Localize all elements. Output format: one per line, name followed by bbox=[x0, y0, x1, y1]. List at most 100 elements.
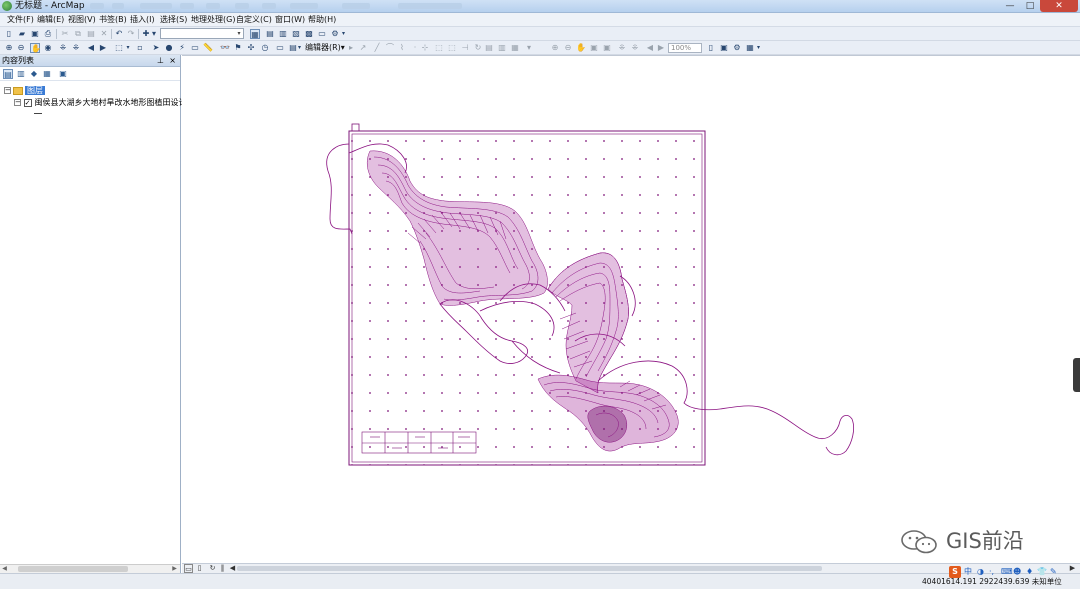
toggle-draft-mode-icon[interactable]: ▯ bbox=[706, 43, 716, 53]
ime-tools-icon[interactable]: ✎ bbox=[1050, 566, 1057, 578]
map-scale-input[interactable]: ▾ bbox=[160, 28, 244, 39]
maximize-button[interactable]: □ bbox=[1020, 0, 1040, 12]
layout-view-icon[interactable]: ▯ bbox=[195, 564, 204, 573]
editor-menu[interactable]: 编辑器(R)▾ bbox=[305, 42, 345, 54]
measure-icon[interactable]: 📏 bbox=[203, 43, 213, 53]
menu-windows[interactable]: 窗口(W) bbox=[273, 14, 307, 26]
chevron-down-icon[interactable]: ▾ bbox=[235, 29, 243, 38]
menu-customize[interactable]: 自定义(C) bbox=[234, 14, 274, 26]
create-viewer-window-icon[interactable]: ▭ bbox=[275, 43, 285, 53]
menu-help[interactable]: 帮助(H) bbox=[306, 14, 338, 26]
new-document-icon[interactable]: ▯ bbox=[4, 29, 14, 39]
list-by-drawing-order-icon[interactable]: ▤ bbox=[3, 69, 13, 79]
redo-icon[interactable]: ↷ bbox=[126, 29, 136, 39]
change-layout-icon[interactable]: ⚙ bbox=[732, 43, 742, 53]
editor-toolbar-icon[interactable]: ▦ bbox=[250, 29, 260, 39]
pause-drawing-icon[interactable]: ‖ bbox=[218, 564, 227, 573]
add-data-icon[interactable]: ✚ bbox=[141, 29, 151, 39]
ime-keyboard-icon[interactable]: ⌨ bbox=[1001, 566, 1013, 578]
arctoolbox-icon[interactable]: ▩ bbox=[304, 29, 314, 39]
undo-icon[interactable]: ↶ bbox=[114, 29, 124, 39]
model-builder-icon[interactable]: ⚙ bbox=[330, 29, 340, 39]
full-extent-icon[interactable]: ◉ bbox=[43, 43, 53, 53]
ime-emoji-icon[interactable]: ☻ bbox=[1013, 566, 1021, 578]
reshape-icon: ⬚ bbox=[435, 43, 443, 52]
select-elements-icon[interactable]: ➤ bbox=[151, 43, 161, 53]
layer-visibility-checkbox[interactable]: ✓ bbox=[23, 98, 32, 107]
select-by-rectangle-icon[interactable]: ⬚ bbox=[114, 43, 124, 53]
focus-data-frame-icon[interactable]: ▣ bbox=[719, 43, 729, 53]
map-horizontal-scrollbar[interactable] bbox=[237, 566, 822, 571]
html-popup-icon[interactable]: ▭ bbox=[190, 43, 200, 53]
go-to-xy-icon[interactable]: ✣ bbox=[246, 43, 256, 53]
catalog-icon[interactable]: ▥ bbox=[278, 29, 288, 39]
go-forward-icon[interactable]: ▶ bbox=[98, 43, 108, 53]
fixed-zoom-out-icon[interactable]: ⁜ bbox=[71, 43, 81, 53]
menu-bookmarks[interactable]: 书签(B) bbox=[97, 14, 129, 26]
menu-selection[interactable]: 选择(S) bbox=[158, 14, 189, 26]
separator bbox=[138, 29, 139, 39]
layers-tree-root[interactable]: − 图层 bbox=[4, 85, 45, 96]
menu-edit[interactable]: 编辑(E) bbox=[35, 14, 66, 26]
add-data-dropdown-icon[interactable]: ▾ bbox=[151, 29, 157, 39]
menu-insert[interactable]: 插入(I) bbox=[128, 14, 157, 26]
ime-punctuation-icon[interactable]: ·, bbox=[989, 566, 994, 578]
time-slider-icon[interactable]: ◷ bbox=[260, 43, 270, 53]
ime-chinese-mode[interactable]: 中 bbox=[964, 566, 972, 578]
side-panel-tab[interactable] bbox=[1073, 358, 1080, 392]
zoom-out-icon[interactable]: ⊖ bbox=[16, 43, 26, 53]
list-by-visibility-icon[interactable]: ◆ bbox=[29, 69, 39, 79]
ime-clothes-icon[interactable]: 👕 bbox=[1037, 566, 1047, 578]
map-canvas[interactable] bbox=[182, 55, 1080, 563]
find-icon[interactable]: 👓 bbox=[220, 43, 230, 53]
find-route-icon[interactable]: ⚑ bbox=[233, 43, 243, 53]
ime-half-width-icon[interactable]: ◑ bbox=[977, 566, 984, 578]
sogou-ime-icon[interactable]: S bbox=[949, 566, 961, 578]
scroll-right-icon[interactable]: ▶ bbox=[170, 565, 179, 573]
collapse-icon[interactable]: − bbox=[14, 99, 21, 106]
scroll-left-icon[interactable]: ◀ bbox=[0, 565, 9, 573]
menu-geoprocessing[interactable]: 地理处理(G) bbox=[189, 14, 237, 26]
pin-icon[interactable]: ⊥ bbox=[157, 55, 164, 67]
list-by-source-icon[interactable]: ▥ bbox=[16, 69, 26, 79]
toc-horizontal-scrollbar[interactable]: ◀ ▶ bbox=[0, 564, 180, 573]
layers-root-label[interactable]: 图层 bbox=[25, 86, 45, 95]
search-window-icon[interactable]: ▧ bbox=[291, 29, 301, 39]
scroll-thumb[interactable] bbox=[18, 566, 128, 572]
scroll-left-icon[interactable]: ◀ bbox=[228, 564, 237, 573]
fixed-zoom-in-icon[interactable]: ⁜ bbox=[58, 43, 68, 53]
data-view-icon[interactable]: ▭ bbox=[184, 564, 193, 573]
refresh-icon[interactable]: ↻ bbox=[208, 564, 217, 573]
paste-icon[interactable]: ▤ bbox=[86, 29, 96, 39]
data-driven-pages-icon[interactable]: ▦ bbox=[745, 43, 755, 53]
toolbar-options-icon[interactable]: ▾ bbox=[756, 43, 761, 53]
zoom-percent-input[interactable]: 100% bbox=[668, 43, 702, 53]
zoom-in-icon[interactable]: ⊕ bbox=[4, 43, 14, 53]
menu-file[interactable]: 文件(F) bbox=[5, 14, 36, 26]
clear-selection-icon[interactable]: ▫ bbox=[135, 43, 145, 53]
save-icon[interactable]: ▣ bbox=[30, 29, 40, 39]
list-by-selection-icon[interactable]: ▦ bbox=[42, 69, 52, 79]
toolbar-options-icon[interactable]: ▾ bbox=[297, 43, 302, 53]
menu-view[interactable]: 视图(V) bbox=[66, 14, 98, 26]
close-button[interactable]: ✕ bbox=[1040, 0, 1078, 12]
toc-close-button[interactable]: × bbox=[169, 55, 176, 67]
table-of-contents-icon[interactable]: ▤ bbox=[265, 29, 275, 39]
toolbar-options-icon[interactable]: ▾ bbox=[341, 29, 346, 39]
copy-icon[interactable]: ⧉ bbox=[73, 29, 83, 39]
toc-options-icon[interactable]: ▣ bbox=[58, 69, 68, 79]
print-icon[interactable]: ⎙ bbox=[43, 29, 53, 39]
python-window-icon[interactable]: ▭ bbox=[317, 29, 327, 39]
open-folder-icon[interactable]: ▰ bbox=[17, 29, 27, 39]
collapse-icon[interactable]: − bbox=[4, 87, 11, 94]
delete-icon[interactable]: ✕ bbox=[99, 29, 109, 39]
hyperlink-icon[interactable]: ⚡ bbox=[177, 43, 187, 53]
cut-icon[interactable]: ✂ bbox=[60, 29, 70, 39]
go-back-icon[interactable]: ◀ bbox=[86, 43, 96, 53]
ime-skin-icon[interactable]: ♦ bbox=[1026, 566, 1033, 578]
title-bar: 无标题 - ArcMap — □ ✕ bbox=[0, 0, 1080, 13]
identify-icon[interactable]: ● bbox=[164, 43, 174, 53]
select-dropdown-icon[interactable]: ▾ bbox=[125, 43, 131, 53]
pan-icon[interactable]: ✋ bbox=[30, 43, 41, 53]
minimize-button[interactable]: — bbox=[1000, 0, 1020, 12]
